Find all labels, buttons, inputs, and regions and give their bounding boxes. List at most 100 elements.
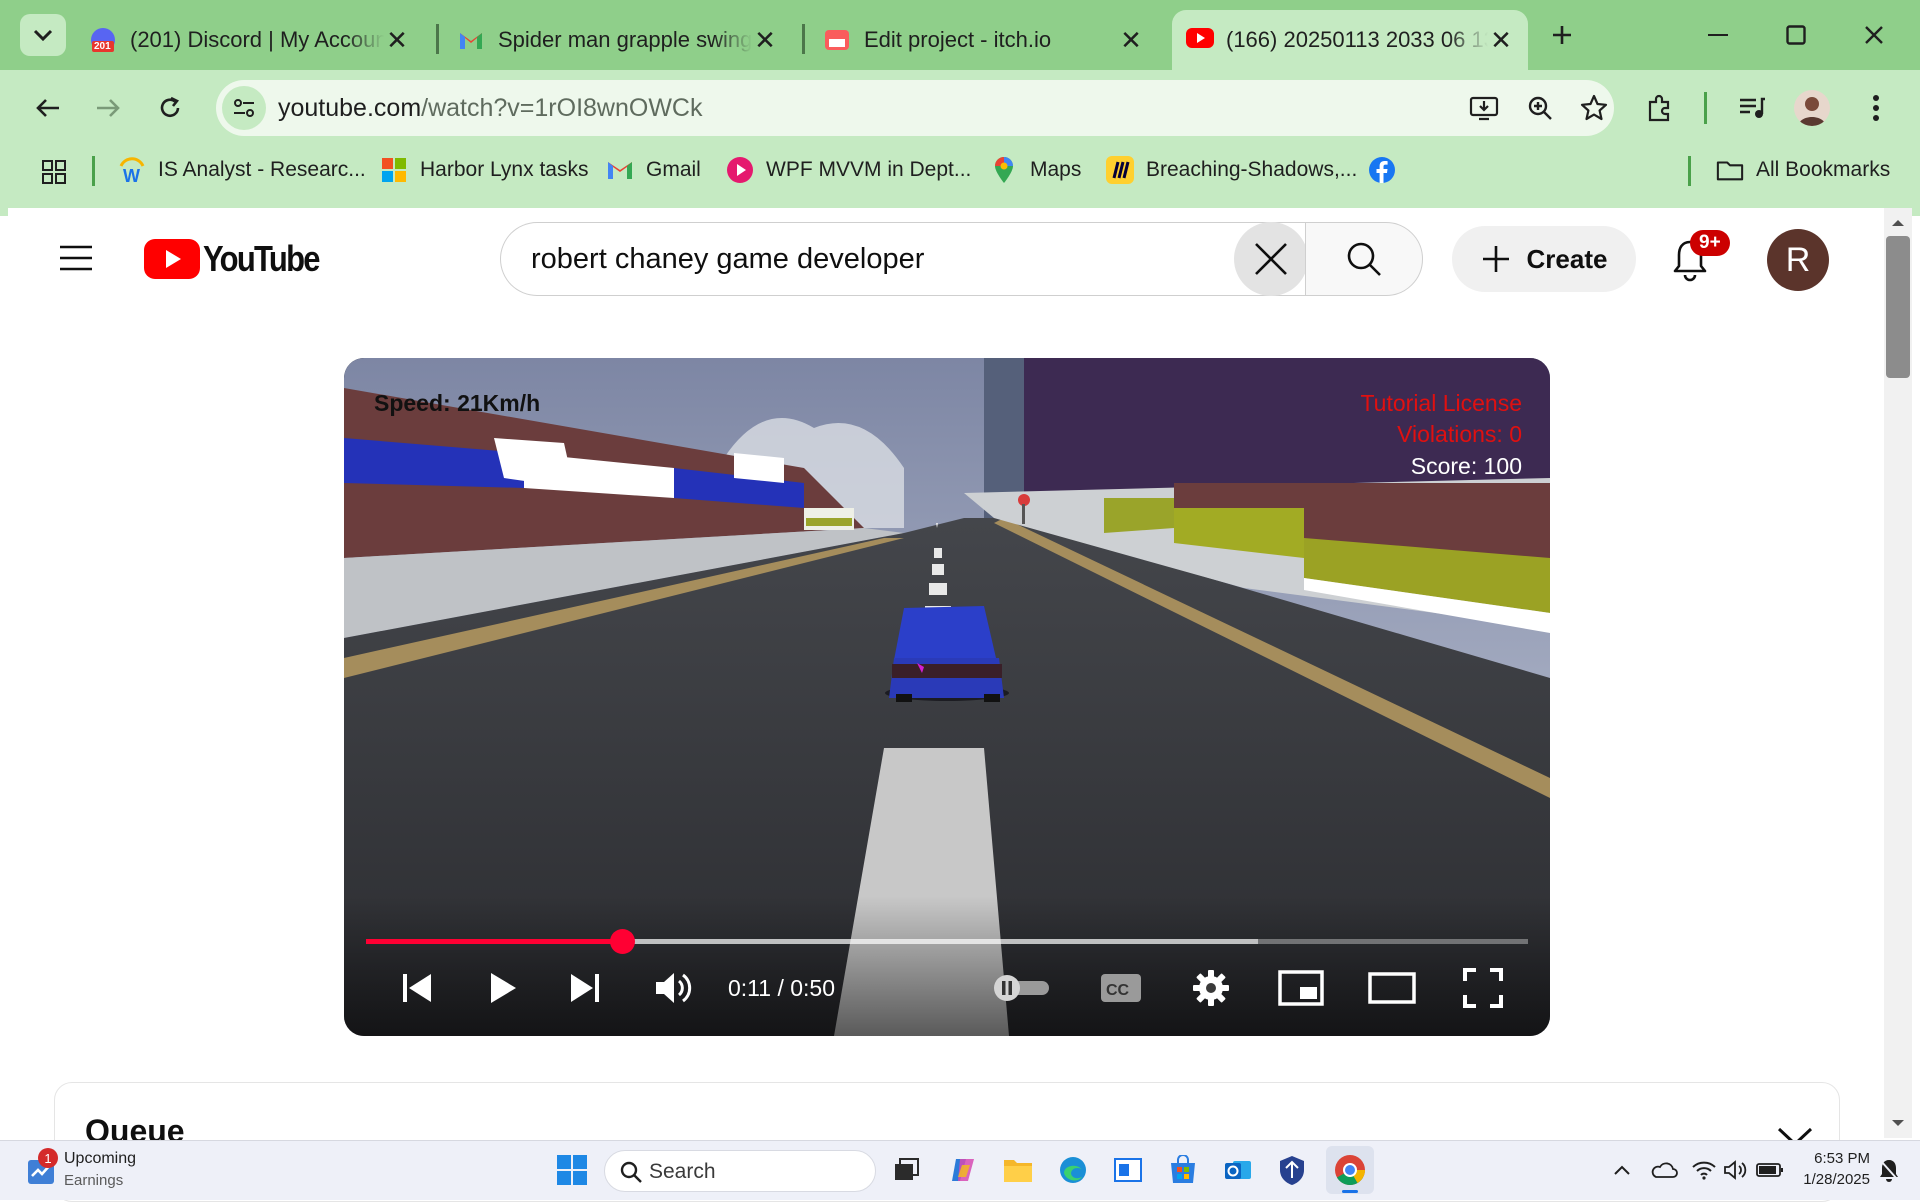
profile-avatar[interactable] <box>1794 90 1830 126</box>
close-window-button[interactable] <box>1846 14 1902 56</box>
gear-icon <box>1193 970 1229 1006</box>
copilot-icon[interactable] <box>945 1152 981 1188</box>
search-icon <box>1347 242 1381 276</box>
tab-discord[interactable]: 201 (201) Discord | My Account ✕ <box>76 10 424 70</box>
maps-pin-icon <box>990 156 1018 184</box>
edge-browser-icon[interactable] <box>1055 1152 1091 1188</box>
minimize-icon <box>1708 34 1728 36</box>
scrollbar-thumb[interactable] <box>1886 236 1910 378</box>
progress-track[interactable] <box>366 929 1528 954</box>
chrome-taskbar-active[interactable] <box>1326 1146 1374 1194</box>
bookmark-harbor-lynx[interactable]: Harbor Lynx tasks <box>380 152 588 188</box>
notification-center-icon[interactable] <box>1874 1152 1904 1188</box>
fullscreen-button[interactable] <box>1456 958 1510 1018</box>
create-button[interactable]: Create <box>1452 226 1636 292</box>
menu-dots-icon[interactable] <box>1854 86 1898 130</box>
notifications-button[interactable]: 9+ <box>1668 230 1730 284</box>
tab-youtube-active[interactable]: (166) 20250113 2033 06 13 ✕ <box>1172 10 1528 70</box>
outlook-icon[interactable] <box>1220 1152 1256 1188</box>
forward-button[interactable] <box>86 86 130 130</box>
news-app-icon[interactable] <box>1110 1152 1146 1188</box>
settings-button[interactable] <box>1184 958 1238 1018</box>
apps-grid-icon[interactable] <box>32 150 76 194</box>
onedrive-icon[interactable] <box>1648 1152 1680 1188</box>
widgets-button[interactable]: 1 Upcoming Earnings <box>22 1148 212 1194</box>
tab-title: (166) 20250113 2033 06 13 <box>1226 27 1488 52</box>
captions-button[interactable]: CC <box>1094 958 1148 1018</box>
plus-icon <box>1482 246 1509 272</box>
scroll-up-icon[interactable] <box>1884 212 1912 232</box>
tab-separator <box>436 24 439 54</box>
bookmark-maps[interactable]: Maps <box>990 152 1081 188</box>
bookmark-label: Harbor Lynx tasks <box>420 158 589 181</box>
tab-gmail[interactable]: Spider man grapple swing ✕ <box>444 10 792 70</box>
install-app-icon[interactable] <box>1462 86 1506 130</box>
bookmark-label: Gmail <box>646 158 701 181</box>
account-avatar[interactable]: R <box>1767 229 1829 291</box>
reload-button[interactable] <box>148 86 192 130</box>
taskbar-search-placeholder: Search <box>649 1160 716 1183</box>
show-hidden-icons-button[interactable] <box>1608 1152 1636 1188</box>
tab-search-button[interactable] <box>20 14 66 56</box>
microsoft-store-icon[interactable] <box>1165 1152 1201 1188</box>
speaker-icon[interactable] <box>1720 1152 1752 1188</box>
clock[interactable]: 6:53 PM 1/28/2025 <box>1790 1150 1870 1194</box>
create-label: Create <box>1526 243 1608 274</box>
security-shield-icon[interactable] <box>1274 1152 1310 1188</box>
close-icon[interactable]: ✕ <box>752 25 778 56</box>
bookmark-is-analyst[interactable]: W IS Analyst - Researc... <box>118 152 366 188</box>
bookmark-star-icon[interactable] <box>1572 86 1616 130</box>
play-button[interactable] <box>478 958 528 1018</box>
bookmark-breaching-shadows[interactable]: Breaching-Shadows,... <box>1106 152 1357 188</box>
close-icon[interactable]: ✕ <box>384 25 410 56</box>
w-logo-icon: W <box>118 156 146 184</box>
skip-previous-icon <box>403 974 431 1002</box>
arrow-left-icon <box>36 99 59 117</box>
bookmark-facebook[interactable] <box>1368 152 1408 188</box>
bookmark-label: WPF MVVM in Dept... <box>766 158 972 181</box>
close-icon[interactable]: ✕ <box>1118 25 1144 56</box>
search-button[interactable] <box>1305 222 1423 296</box>
maximize-button[interactable] <box>1768 14 1824 56</box>
back-button[interactable] <box>26 86 70 130</box>
battery-icon[interactable] <box>1752 1152 1788 1188</box>
miniplayer-icon <box>1278 970 1324 1006</box>
youtube-logo[interactable]: YouTube <box>144 238 338 280</box>
previous-button[interactable] <box>392 958 442 1018</box>
guide-menu-button[interactable] <box>54 236 98 280</box>
tab-badge: 201 <box>94 41 111 52</box>
bookmark-label: Maps <box>1030 158 1082 181</box>
autoplay-toggle[interactable] <box>988 958 1054 1018</box>
next-button[interactable] <box>560 958 610 1018</box>
new-tab-button[interactable] <box>1534 14 1590 56</box>
progress-scrubber[interactable] <box>609 929 635 954</box>
scroll-down-icon[interactable] <box>1884 1114 1912 1134</box>
tab-itch[interactable]: Edit project - itch.io ✕ <box>810 10 1158 70</box>
file-explorer-icon[interactable] <box>1000 1152 1036 1188</box>
theater-mode-button[interactable] <box>1364 958 1420 1018</box>
gmail-icon <box>606 156 634 184</box>
all-bookmarks-button[interactable]: All Bookmarks <box>1716 152 1890 188</box>
zoom-icon[interactable] <box>1518 86 1562 130</box>
extensions-icon[interactable] <box>1638 86 1682 130</box>
address-bar[interactable]: youtube.com/watch?v=1rOI8wnOWCk <box>216 80 1614 136</box>
task-view-icon[interactable] <box>888 1152 924 1188</box>
taskbar-search-box[interactable]: Search <box>604 1150 876 1192</box>
time-display: 0:11 / 0:50 <box>728 974 835 1001</box>
clock-date: 1/28/2025 <box>1803 1171 1870 1188</box>
bookmark-gmail[interactable]: Gmail <box>606 152 701 188</box>
video-player[interactable]: Speed: 21Km/h Tutorial License Violation… <box>344 358 1550 1036</box>
start-button[interactable] <box>554 1152 590 1188</box>
volume-button[interactable] <box>648 958 700 1018</box>
minimize-button[interactable] <box>1690 14 1746 56</box>
miniplayer-button[interactable] <box>1274 958 1328 1018</box>
clear-search-button[interactable] <box>1234 222 1308 296</box>
site-info-icon[interactable] <box>222 86 266 130</box>
bookmark-label: Breaching-Shadows,... <box>1146 158 1358 181</box>
wifi-icon[interactable] <box>1688 1152 1720 1188</box>
tab-title: Edit project - itch.io <box>864 27 1052 52</box>
close-icon[interactable]: ✕ <box>1488 25 1514 56</box>
media-control-icon[interactable] <box>1730 86 1774 130</box>
search-input[interactable]: robert chaney game developer <box>500 222 1305 296</box>
bookmark-wpf-mvvm[interactable]: WPF MVVM in Dept... <box>726 152 971 188</box>
